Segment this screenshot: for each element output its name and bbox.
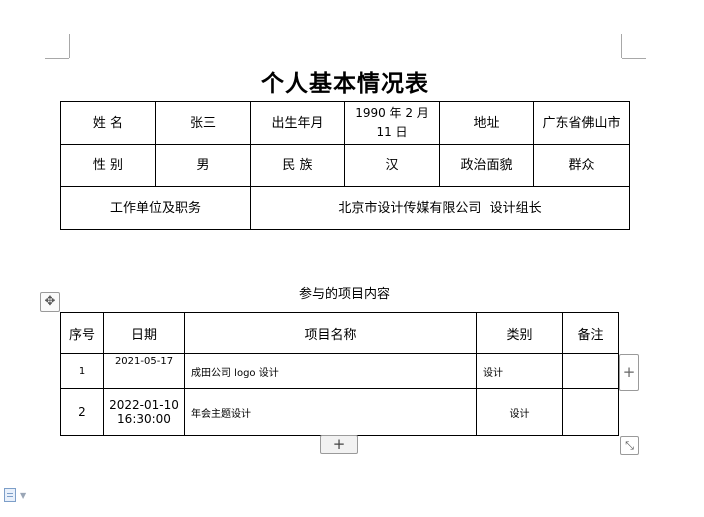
political-label[interactable]: 政治面貌 [439, 144, 534, 187]
info-row-2: 性 别 男 民 族 汉 政治面貌 群众 [60, 144, 630, 187]
birth-value[interactable]: 1990 年 2 月 11 日 [344, 101, 440, 145]
info-row-3: 工作单位及职务 北京市设计传媒有限公司 设计组长 [60, 186, 630, 230]
header-name[interactable]: 项目名称 [184, 312, 477, 354]
row-category[interactable]: 设计 [476, 388, 563, 436]
document-icon[interactable] [4, 488, 16, 502]
gender-value[interactable]: 男 [155, 144, 251, 187]
row-remark[interactable] [562, 353, 619, 389]
address-value[interactable]: 广东省佛山市 [533, 101, 630, 145]
address-label[interactable]: 地址 [439, 101, 534, 145]
chevron-down-icon[interactable]: ▼ [20, 491, 26, 500]
ethnicity-value[interactable]: 汉 [344, 144, 440, 187]
row-category[interactable]: 设计 [476, 353, 563, 389]
row-date-line-1: 2022-01-10 [109, 398, 179, 412]
row-index[interactable]: 2 [60, 388, 104, 436]
row-date[interactable]: 2021-05-17 [103, 353, 185, 389]
projects-section-title[interactable]: 参与的项目内容 [60, 283, 629, 302]
name-value[interactable]: 张三 [155, 101, 251, 145]
header-category[interactable]: 类别 [476, 312, 563, 354]
header-remark[interactable]: 备注 [562, 312, 619, 354]
add-row-icon[interactable]: + [320, 435, 358, 454]
gender-label[interactable]: 性 别 [60, 144, 156, 187]
personal-info-table[interactable]: 姓 名 张三 出生年月 1990 年 2 月 11 日 地址 广东省佛山市 性 … [60, 101, 630, 230]
birth-label[interactable]: 出生年月 [250, 101, 345, 145]
row-project-name[interactable]: 成田公司 logo 设计 [184, 353, 477, 389]
row-date-line-2: 16:30:00 [117, 412, 171, 426]
row-date[interactable]: 2022-01-10 16:30:00 [103, 388, 185, 436]
work-value[interactable]: 北京市设计传媒有限公司 设计组长 [250, 186, 630, 230]
projects-table[interactable]: 序号 日期 项目名称 类别 备注 1 2021-05-17 成田公司 logo … [60, 312, 619, 436]
document-title[interactable]: 个人基本情况表 [0, 64, 690, 98]
header-index[interactable]: 序号 [60, 312, 104, 354]
table-row: 2 2022-01-10 16:30:00 年会主题设计 设计 [60, 388, 619, 436]
add-column-icon[interactable]: + [619, 354, 639, 391]
row-remark[interactable] [562, 388, 619, 436]
header-date[interactable]: 日期 [103, 312, 185, 354]
table-resize-icon[interactable]: ⤡ [620, 436, 639, 455]
name-label[interactable]: 姓 名 [60, 101, 156, 145]
row-index[interactable]: 1 [60, 353, 104, 389]
political-value[interactable]: 群众 [533, 144, 630, 187]
ethnicity-label[interactable]: 民 族 [250, 144, 345, 187]
table-move-icon[interactable]: ✥ [40, 292, 60, 312]
work-label[interactable]: 工作单位及职务 [60, 186, 251, 230]
row-project-name[interactable]: 年会主题设计 [184, 388, 477, 436]
info-row-1: 姓 名 张三 出生年月 1990 年 2 月 11 日 地址 广东省佛山市 [60, 101, 630, 145]
table-row: 1 2021-05-17 成田公司 logo 设计 设计 [60, 353, 619, 389]
table-header-row: 序号 日期 项目名称 类别 备注 [60, 312, 619, 354]
